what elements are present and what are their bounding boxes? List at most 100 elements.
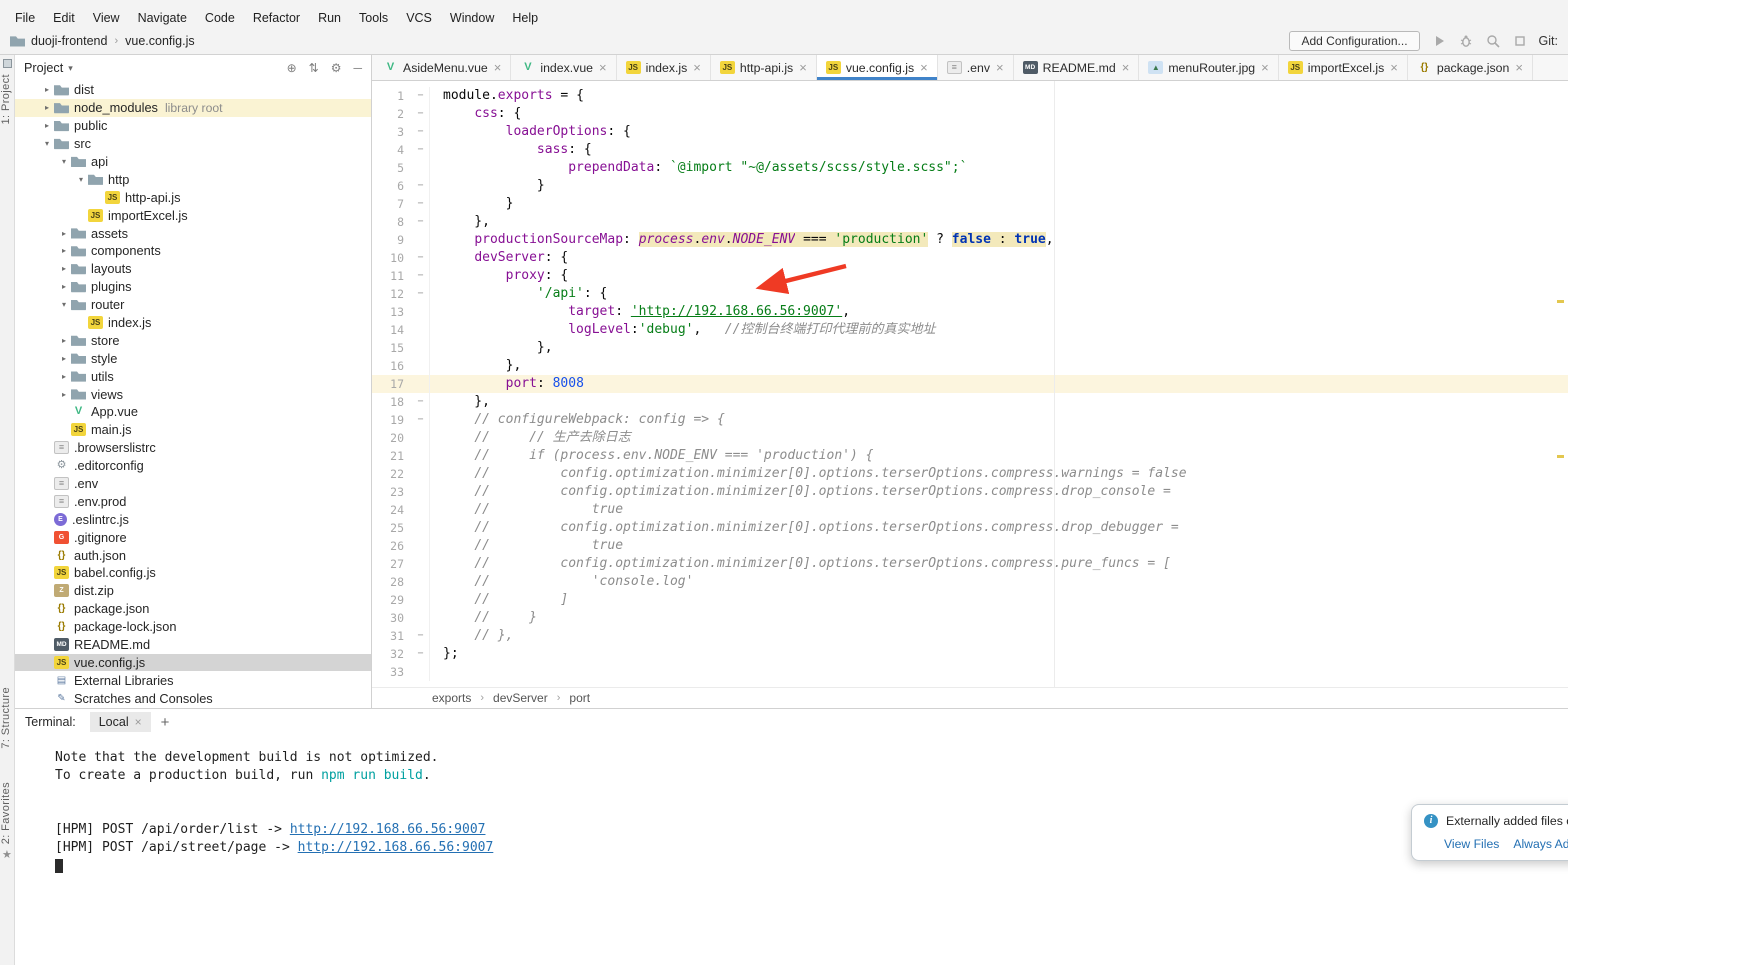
close-tab-icon[interactable]: × (1390, 60, 1398, 75)
code-line[interactable]: 30 // } (372, 609, 1568, 627)
git-widget[interactable]: Git: (1539, 34, 1558, 48)
tree-item-auth-json[interactable]: {}auth.json (15, 546, 371, 564)
chevron-right-icon[interactable]: ▸ (57, 264, 71, 273)
fold-icon[interactable]: − (412, 87, 429, 105)
chevron-right-icon[interactable]: ▸ (57, 354, 71, 363)
tree-item-http[interactable]: ▾http (15, 170, 371, 188)
close-tab-icon[interactable]: × (599, 60, 607, 75)
tree-item-gitignore[interactable]: G.gitignore (15, 528, 371, 546)
add-configuration-button[interactable]: Add Configuration... (1289, 31, 1419, 51)
code-line[interactable]: 9 productionSourceMap: process.env.NODE_… (372, 231, 1568, 249)
code-line[interactable]: 15 }, (372, 339, 1568, 357)
tree-item-store[interactable]: ▸store (15, 331, 371, 349)
menu-code[interactable]: Code (196, 8, 244, 28)
close-tab-icon[interactable]: × (1122, 60, 1130, 75)
chevron-right-icon[interactable]: ▸ (57, 336, 71, 345)
search-button[interactable] (1485, 33, 1501, 49)
tree-item-eslintrc-js[interactable]: E.eslintrc.js (15, 510, 371, 528)
tree-item-vue-config-js[interactable]: JSvue.config.js (15, 654, 371, 672)
fold-icon[interactable]: − (412, 195, 429, 213)
view-files-link[interactable]: View Files (1444, 837, 1499, 851)
code-line[interactable]: 16 }, (372, 357, 1568, 375)
fold-icon[interactable]: − (412, 123, 429, 141)
fold-icon[interactable]: − (412, 213, 429, 231)
code-line[interactable]: 25 // config.optimization.minimizer[0].o… (372, 519, 1568, 537)
debug-button[interactable] (1458, 33, 1474, 49)
menu-window[interactable]: Window (441, 8, 503, 28)
tab-package-json[interactable]: {}package.json× (1408, 55, 1533, 80)
code-line[interactable]: 21 // if (process.env.NODE_ENV === 'prod… (372, 447, 1568, 465)
chevron-down-icon[interactable]: ▾ (40, 139, 54, 148)
fold-icon[interactable]: − (412, 627, 429, 645)
tree-item-components[interactable]: ▸components (15, 242, 371, 260)
tab-env[interactable]: ≡.env× (938, 55, 1014, 80)
code-line[interactable]: 3− loaderOptions: { (372, 123, 1568, 141)
code-line[interactable]: 22 // config.optimization.minimizer[0].o… (372, 465, 1568, 483)
close-tab-icon[interactable]: × (799, 60, 807, 75)
fold-icon[interactable]: − (412, 141, 429, 159)
tree-item-router[interactable]: ▾router (15, 296, 371, 314)
breadcrumb-port[interactable]: port (569, 691, 590, 705)
chevron-right-icon[interactable]: ▸ (57, 246, 71, 255)
close-tab-icon[interactable]: × (1261, 60, 1269, 75)
tree-item-utils[interactable]: ▸utils (15, 367, 371, 385)
tab-menurouter-jpg[interactable]: ▲menuRouter.jpg× (1139, 55, 1278, 80)
toolwindow-button-structure[interactable]: 7: Structure (0, 687, 15, 749)
breadcrumb-devserver[interactable]: devServer (493, 691, 548, 705)
tree-item-readme-md[interactable]: MDREADME.md (15, 636, 371, 654)
tree-item-public[interactable]: ▸public (15, 117, 371, 135)
chevron-down-icon[interactable]: ▾ (57, 300, 71, 309)
settings-button[interactable]: ⚙ (331, 61, 342, 75)
menu-help[interactable]: Help (503, 8, 547, 28)
chevron-right-icon[interactable]: ▸ (40, 103, 54, 112)
tab-index-js[interactable]: JSindex.js× (617, 55, 711, 80)
warning-stripe-mark[interactable] (1557, 300, 1564, 303)
chevron-right-icon[interactable]: ▸ (57, 229, 71, 238)
code-line[interactable]: 17 port: 8008 (372, 375, 1568, 393)
code-line[interactable]: 5 prependData: `@import "~@/assets/scss/… (372, 159, 1568, 177)
menu-file[interactable]: File (6, 8, 44, 28)
close-tab-icon[interactable]: × (996, 60, 1004, 75)
code-line[interactable]: 23 // config.optimization.minimizer[0].o… (372, 483, 1568, 501)
toolwindow-button-favorites[interactable]: 2: Favorites (0, 782, 15, 844)
chevron-right-icon[interactable]: ▸ (57, 282, 71, 291)
chevron-down-icon[interactable]: ▾ (74, 175, 88, 184)
breadcrumb-project[interactable]: duoji-frontend (31, 34, 107, 48)
tab-vue-config-js[interactable]: JSvue.config.js× (817, 55, 938, 80)
fold-icon[interactable]: − (412, 285, 429, 303)
code-line[interactable]: 32−}; (372, 645, 1568, 663)
tree-item-dist-zip[interactable]: Zdist.zip (15, 582, 371, 600)
code-line[interactable]: 33 (372, 663, 1568, 681)
tree-item-index-js[interactable]: JSindex.js (15, 314, 371, 332)
code-line[interactable]: 10− devServer: { (372, 249, 1568, 267)
close-icon[interactable]: × (135, 715, 142, 729)
breadcrumb-file[interactable]: vue.config.js (125, 34, 194, 48)
tree-item-node-modules[interactable]: ▸node_moduleslibrary root (15, 99, 371, 117)
tree-item-src[interactable]: ▾src (15, 135, 371, 153)
tree-item-browserslistrc[interactable]: ≡.browserslistrc (15, 439, 371, 457)
terminal-output[interactable]: Note that the development build is not o… (15, 735, 1568, 875)
fold-icon[interactable]: − (412, 105, 429, 123)
fold-icon[interactable]: − (412, 267, 429, 285)
tree-item-plugins[interactable]: ▸plugins (15, 278, 371, 296)
code-line[interactable]: 2− css: { (372, 105, 1568, 123)
terminal-tab-local[interactable]: Local × (90, 712, 151, 732)
chevron-right-icon[interactable]: ▸ (40, 85, 54, 94)
fold-icon[interactable]: − (412, 393, 429, 411)
expand-collapse-button[interactable]: ⇅ (309, 61, 319, 75)
code-editor[interactable]: 1−module.exports = {2− css: {3− loaderOp… (372, 81, 1568, 687)
code-line[interactable]: 11− proxy: { (372, 267, 1568, 285)
menu-refactor[interactable]: Refactor (244, 8, 309, 28)
menu-vcs[interactable]: VCS (397, 8, 441, 28)
tree-item-style[interactable]: ▸style (15, 349, 371, 367)
tab-importexcel-js[interactable]: JSimportExcel.js× (1279, 55, 1408, 80)
new-terminal-button[interactable]: + (161, 714, 170, 731)
code-line[interactable]: 20 // // 生产去除日志 (372, 429, 1568, 447)
tree-item-http-api-js[interactable]: JShttp-api.js (15, 188, 371, 206)
tree-item-main-js[interactable]: JSmain.js (15, 421, 371, 439)
close-tab-icon[interactable]: × (1515, 60, 1523, 75)
tree-item-editorconfig[interactable]: ⚙.editorconfig (15, 457, 371, 475)
locate-file-button[interactable]: ⊕ (287, 61, 297, 75)
code-line[interactable]: 31− // }, (372, 627, 1568, 645)
code-line[interactable]: 26 // true (372, 537, 1568, 555)
